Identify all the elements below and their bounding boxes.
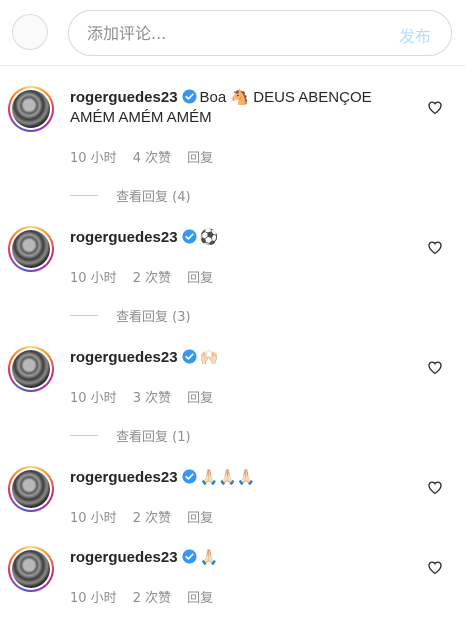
comment-meta: 10 小时 2 次赞 回复 bbox=[70, 267, 229, 286]
divider-line bbox=[70, 435, 98, 436]
username-link[interactable]: rogerguedes23 bbox=[70, 89, 178, 106]
comment-text: 🙏🏻 bbox=[199, 549, 219, 566]
comment-like-count[interactable]: 2 次赞 bbox=[133, 511, 171, 526]
reply-button[interactable]: 回复 bbox=[187, 391, 213, 406]
view-replies-label: 查看回复 (3) bbox=[116, 310, 191, 325]
avatar-image bbox=[12, 350, 50, 388]
post-comment-button[interactable]: 发布 bbox=[399, 23, 431, 47]
avatar[interactable] bbox=[8, 226, 54, 272]
reply-button[interactable]: 回复 bbox=[187, 271, 213, 286]
comment-time: 10 小时 bbox=[70, 151, 117, 166]
comment-body: rogerguedes23 Boa 🐴 DEUS ABENÇOE AMÉM AMÉ… bbox=[70, 88, 410, 128]
view-replies-button[interactable]: 查看回复 (4) bbox=[70, 186, 191, 205]
heart-outline-icon[interactable] bbox=[426, 478, 444, 496]
comment-like-count[interactable]: 2 次赞 bbox=[133, 591, 171, 606]
reply-button[interactable]: 回复 bbox=[187, 591, 213, 606]
comment-meta: 10 小时 4 次赞 回复 bbox=[70, 147, 229, 166]
avatar[interactable] bbox=[8, 466, 54, 512]
view-replies-label: 查看回复 (1) bbox=[116, 430, 191, 445]
view-replies-button[interactable]: 查看回复 (3) bbox=[70, 306, 191, 325]
comment-text: 🙌🏻 bbox=[199, 349, 219, 366]
avatar[interactable] bbox=[8, 86, 54, 132]
username-link[interactable]: rogerguedes23 bbox=[70, 549, 178, 566]
verified-badge-icon bbox=[182, 349, 197, 364]
comment-time: 10 小时 bbox=[70, 391, 117, 406]
comment-body: rogerguedes23 🙌🏻 bbox=[70, 348, 410, 368]
divider-line bbox=[70, 315, 98, 316]
avatar-image bbox=[12, 550, 50, 588]
comment-composer-bar: 发布 bbox=[0, 0, 465, 66]
divider-line bbox=[70, 195, 98, 196]
comment-time: 10 小时 bbox=[70, 591, 117, 606]
verified-badge-icon bbox=[182, 549, 197, 564]
comment-time: 10 小时 bbox=[70, 511, 117, 526]
username-link[interactable]: rogerguedes23 bbox=[70, 349, 178, 366]
comment-input[interactable] bbox=[87, 11, 377, 55]
comment-like-count[interactable]: 3 次赞 bbox=[133, 391, 171, 406]
verified-badge-icon bbox=[182, 469, 197, 484]
heart-outline-icon[interactable] bbox=[426, 238, 444, 256]
current-user-avatar bbox=[12, 14, 48, 50]
reply-button[interactable]: 回复 bbox=[187, 511, 213, 526]
comment-meta: 10 小时 2 次赞 回复 bbox=[70, 507, 229, 526]
avatar-image bbox=[12, 470, 50, 508]
comment-input-container[interactable]: 发布 bbox=[68, 10, 452, 56]
comment-text: ⚽ bbox=[199, 229, 219, 246]
username-link[interactable]: rogerguedes23 bbox=[70, 469, 178, 486]
verified-badge-icon bbox=[182, 89, 197, 104]
avatar[interactable] bbox=[8, 346, 54, 392]
username-link[interactable]: rogerguedes23 bbox=[70, 229, 178, 246]
avatar-image bbox=[12, 230, 50, 268]
heart-outline-icon[interactable] bbox=[426, 98, 444, 116]
comment-meta: 10 小时 2 次赞 回复 bbox=[70, 587, 229, 606]
reply-button[interactable]: 回复 bbox=[187, 151, 213, 166]
comment-body: rogerguedes23 🙏🏻🙏🏻🙏🏻 bbox=[70, 468, 410, 488]
avatar[interactable] bbox=[8, 546, 54, 592]
heart-outline-icon[interactable] bbox=[426, 358, 444, 376]
view-replies-label: 查看回复 (4) bbox=[116, 190, 191, 205]
view-replies-button[interactable]: 查看回复 (1) bbox=[70, 426, 191, 445]
verified-badge-icon bbox=[182, 229, 197, 244]
comment-body: rogerguedes23 ⚽ bbox=[70, 228, 410, 248]
comment-text: 🙏🏻🙏🏻🙏🏻 bbox=[199, 469, 256, 486]
comment-like-count[interactable]: 4 次赞 bbox=[133, 151, 171, 166]
avatar-image bbox=[12, 90, 50, 128]
heart-outline-icon[interactable] bbox=[426, 558, 444, 576]
comment-body: rogerguedes23 🙏🏻 bbox=[70, 548, 410, 568]
comment-meta: 10 小时 3 次赞 回复 bbox=[70, 387, 229, 406]
comment-time: 10 小时 bbox=[70, 271, 117, 286]
comment-like-count[interactable]: 2 次赞 bbox=[133, 271, 171, 286]
